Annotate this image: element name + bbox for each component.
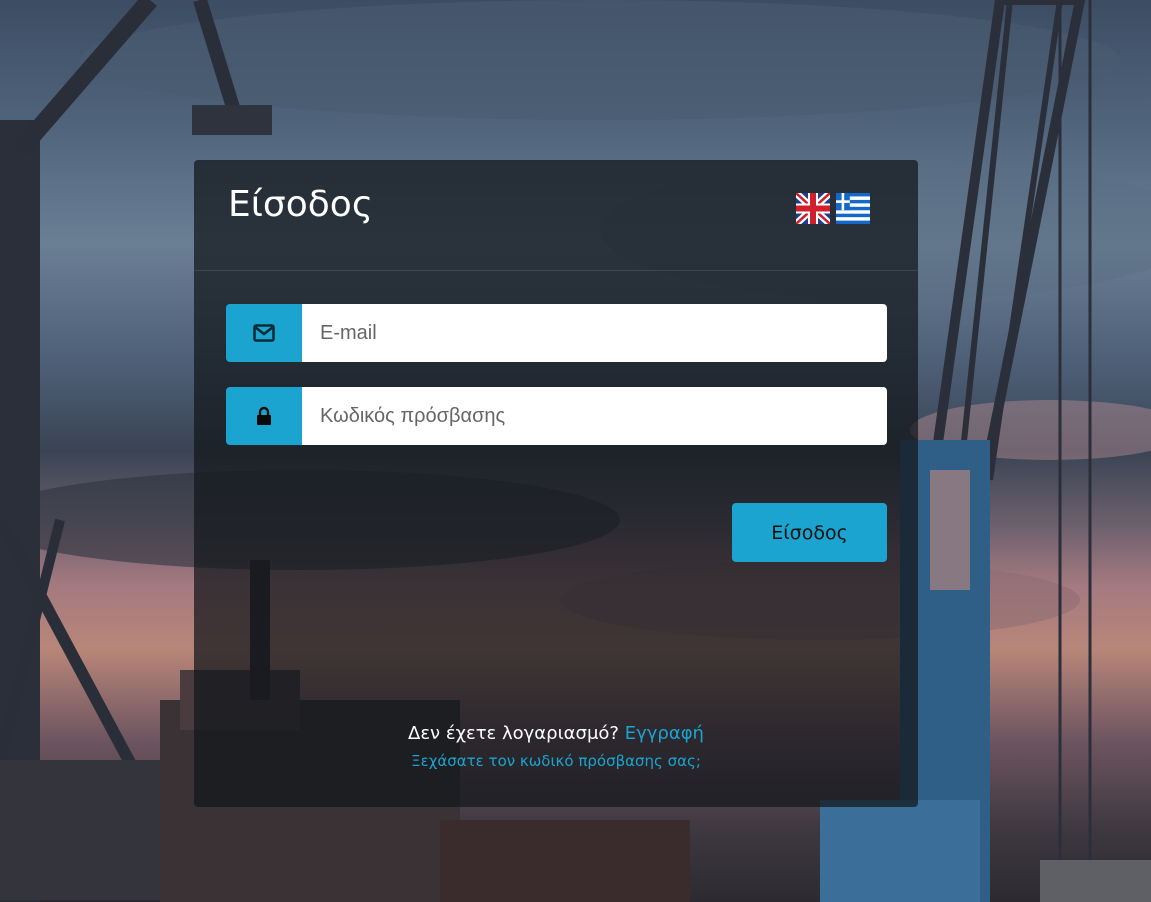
login-page: Είσοδος E-mail Είσοδος Δεν έχετε λογαρια… (0, 0, 1151, 902)
card-footer: Δεν έχετε λογαριασμό? Εγγραφή Ξεχάσατε τ… (194, 723, 918, 770)
page-title: Είσοδος (228, 184, 373, 225)
login-button[interactable]: Είσοδος (732, 503, 887, 562)
greece-flag-icon[interactable] (836, 193, 870, 224)
no-account-text: Δεν έχετε λογαριασμό? (408, 723, 619, 744)
uk-flag-icon[interactable] (796, 193, 830, 224)
register-link[interactable]: Εγγραφή (625, 723, 704, 744)
lock-icon (257, 406, 271, 425)
email-addon (226, 304, 302, 362)
password-addon (226, 387, 302, 445)
register-prompt: Δεν έχετε λογαριασμό? Εγγραφή (194, 723, 918, 744)
password-input-group (226, 387, 887, 445)
forgot-password-link[interactable]: Ξεχάσατε τον κωδικό πρόσβασης σας; (411, 752, 701, 770)
language-selector (796, 193, 870, 224)
card-header: Είσοδος (194, 160, 918, 271)
email-field[interactable] (302, 304, 887, 362)
login-card: Είσοδος E-mail Είσοδος Δεν έχετε λογαρια… (194, 160, 918, 807)
email-input-group (226, 304, 887, 362)
password-field[interactable] (302, 387, 887, 445)
envelope-icon (253, 324, 275, 342)
forgot-password-row: Ξεχάσατε τον κωδικό πρόσβασης σας; (194, 752, 918, 770)
